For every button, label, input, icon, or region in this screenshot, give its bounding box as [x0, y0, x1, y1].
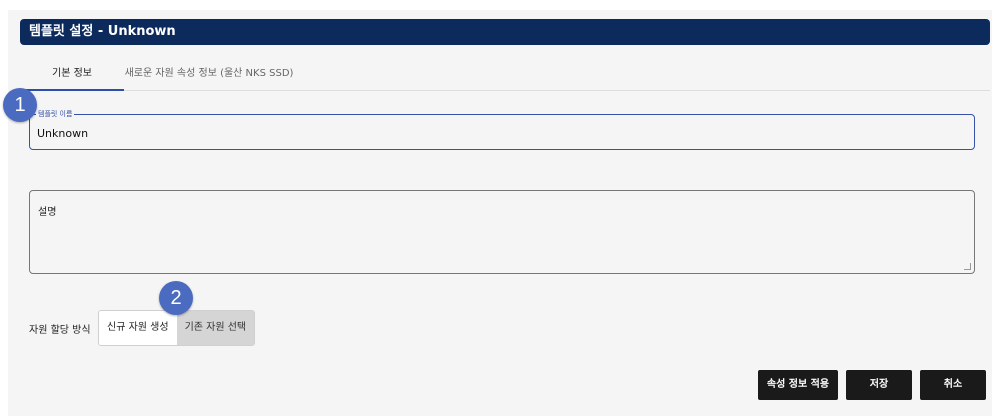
step-marker-1: 1 — [3, 88, 37, 122]
cancel-button[interactable]: 취소 — [920, 370, 986, 400]
template-name-input[interactable] — [37, 127, 937, 140]
description-label: 설명 — [38, 207, 57, 218]
apply-attributes-button[interactable]: 속성 정보 적용 — [758, 370, 838, 400]
allocation-method-label: 자원 할당 방식 — [29, 325, 91, 336]
tab-resource-attributes[interactable]: 새로운 자원 속성 정보 (울산 NKS SSD) — [124, 60, 294, 89]
dialog-title: 템플릿 설정 - Unknown — [20, 19, 990, 45]
allocation-toggle: 신규 자원 생성 기존 자원 선택 — [98, 310, 256, 346]
tab-basic-info[interactable]: 기본 정보 — [20, 60, 124, 91]
new-resource-option[interactable]: 신규 자원 생성 — [99, 311, 177, 345]
resize-handle-icon[interactable] — [964, 263, 971, 270]
save-button[interactable]: 저장 — [846, 370, 912, 400]
tab-bar: 기본 정보 새로운 자원 속성 정보 (울산 NKS SSD) — [20, 60, 990, 91]
existing-resource-option[interactable]: 기존 자원 선택 — [176, 311, 255, 345]
description-field[interactable]: 설명 — [29, 190, 975, 274]
step-marker-2: 2 — [159, 281, 193, 315]
template-name-field[interactable]: 템플릿 이름 — [29, 109, 975, 150]
dialog-panel: 템플릿 설정 - Unknown 기본 정보 새로운 자원 속성 정보 (울산 … — [8, 10, 992, 416]
template-name-label: 템플릿 이름 — [36, 109, 75, 119]
